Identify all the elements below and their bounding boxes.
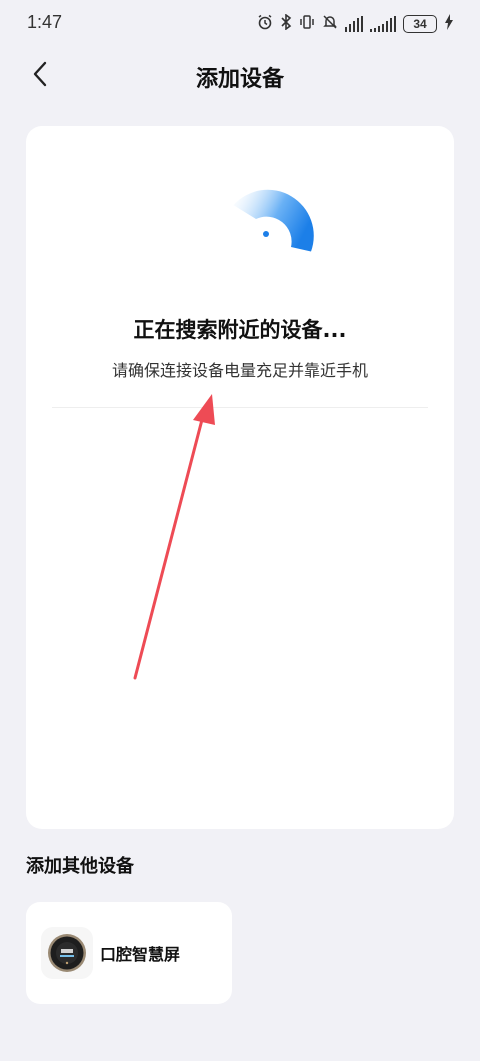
header: 添加设备 bbox=[0, 48, 480, 100]
signal-2-icon bbox=[370, 16, 396, 32]
device-card-smart-screen[interactable]: 口腔智慧屏 bbox=[26, 902, 232, 1004]
charging-icon bbox=[444, 14, 454, 34]
other-devices-title: 添加其他设备 bbox=[26, 856, 134, 877]
page-title: 添加设备 bbox=[195, 67, 284, 92]
status-time: 1:47 bbox=[27, 12, 63, 32]
signal-1-icon bbox=[345, 16, 363, 32]
search-hint: 请确保连接设备电量充足并靠近手机 bbox=[111, 361, 368, 380]
search-card: 正在搜索附近的设备... 请确保连接设备电量充足并靠近手机 bbox=[26, 126, 454, 829]
mute-bell-icon bbox=[322, 14, 338, 34]
search-status-title: 正在搜索附近的设备... bbox=[133, 318, 347, 342]
bluetooth-icon bbox=[280, 13, 292, 34]
device-name: 口腔智慧屏 bbox=[100, 945, 181, 964]
vibrate-icon bbox=[299, 14, 315, 34]
alarm-icon bbox=[257, 14, 273, 34]
radar-scan-icon bbox=[219, 188, 319, 288]
battery-level: 34 bbox=[403, 15, 437, 33]
status-bar: 1:47 34 bbox=[0, 0, 480, 48]
smart-display-icon bbox=[41, 927, 93, 979]
status-icons: 34 bbox=[257, 12, 454, 36]
divider bbox=[52, 407, 428, 408]
